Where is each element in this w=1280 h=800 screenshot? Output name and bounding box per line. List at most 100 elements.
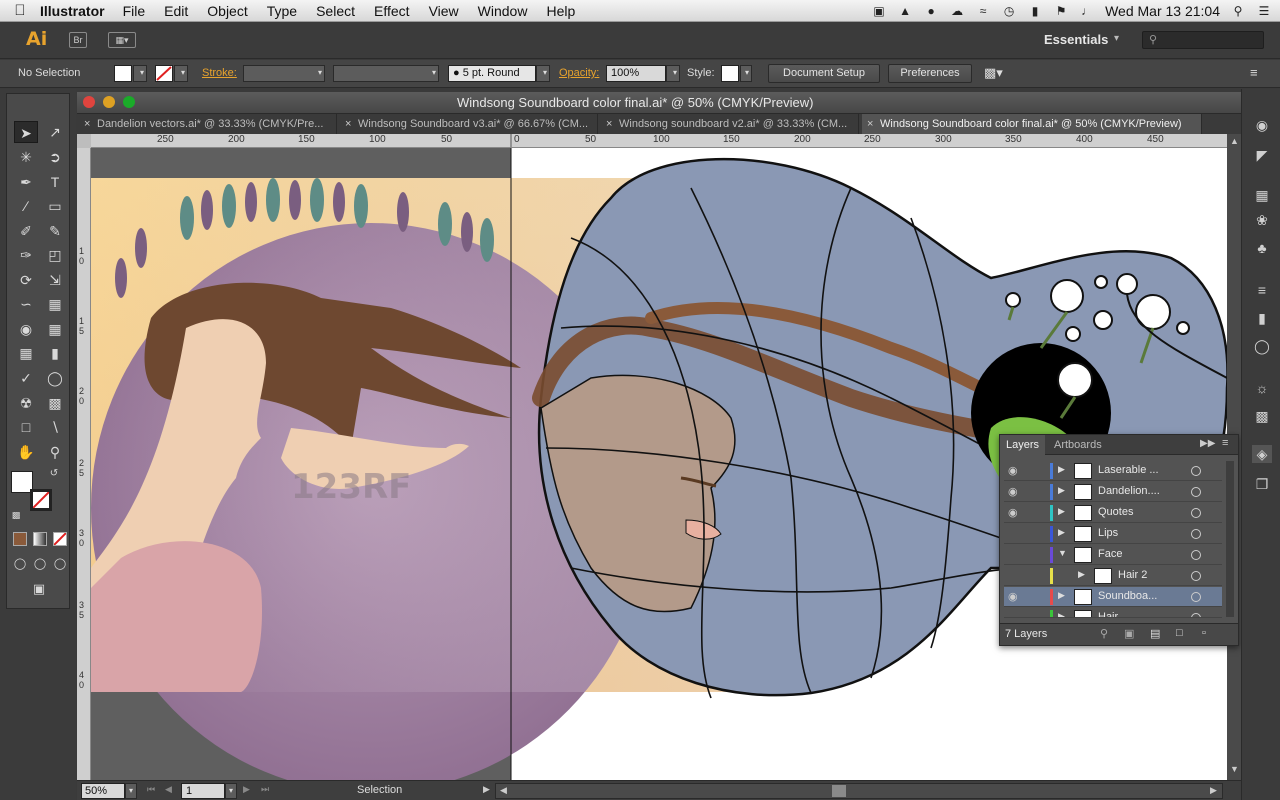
close-tab-icon[interactable]: × bbox=[345, 114, 351, 134]
graphic-style-swatch[interactable] bbox=[721, 65, 739, 82]
close-tab-icon[interactable]: × bbox=[84, 114, 90, 134]
target-icon[interactable] bbox=[1191, 613, 1201, 617]
artboard-number-field[interactable]: 1 bbox=[181, 783, 225, 799]
tab-artboards[interactable]: Artboards bbox=[1048, 435, 1108, 455]
scroll-right-icon[interactable]: ▶ bbox=[1210, 785, 1217, 796]
stroke-label[interactable]: Stroke: bbox=[202, 67, 237, 79]
transparency-panel-icon[interactable]: ◯ bbox=[1252, 337, 1272, 355]
appearance-panel-icon[interactable]: ☼ bbox=[1252, 379, 1272, 397]
eye-icon[interactable]: ◉ bbox=[1008, 485, 1022, 498]
rectangle-tool-icon[interactable]: ▭ bbox=[43, 195, 67, 217]
swap-colors-icon[interactable]: ↺ bbox=[47, 467, 61, 481]
target-icon[interactable] bbox=[1191, 550, 1201, 560]
draw-normal-icon[interactable]: ◯ bbox=[11, 556, 29, 572]
stroke-panel-icon[interactable]: ≡ bbox=[1252, 281, 1272, 299]
scale-tool-icon[interactable]: ⇲ bbox=[43, 269, 67, 291]
brushes-panel-icon[interactable]: ❀ bbox=[1252, 211, 1272, 229]
layer-row[interactable]: ◉ ▶ Quotes bbox=[1004, 503, 1222, 523]
apple-menu-icon[interactable]:  bbox=[0, 2, 40, 19]
fill-dropdown[interactable]: ▾ bbox=[133, 65, 147, 82]
menu-file[interactable]: File bbox=[123, 3, 146, 19]
chevron-right-icon[interactable]: ▶ bbox=[1058, 464, 1065, 475]
bridge-button[interactable]: Br bbox=[69, 32, 87, 48]
style-dropdown[interactable]: ▾ bbox=[740, 65, 752, 82]
workspace-switcher[interactable]: Essentials bbox=[1044, 32, 1108, 47]
lock-toggle[interactable] bbox=[1028, 547, 1044, 563]
brush-dropdown[interactable]: ▾ bbox=[536, 65, 550, 82]
artboard-tool-icon[interactable]: □ bbox=[14, 416, 38, 438]
layer-row[interactable]: ▶ Hair bbox=[1004, 608, 1222, 618]
default-colors-icon[interactable]: ▩ bbox=[9, 508, 23, 522]
zoom-window-icon[interactable] bbox=[123, 96, 135, 108]
panel-menu-icon[interactable]: ≡ bbox=[1222, 437, 1228, 449]
direct-selection-tool-icon[interactable]: ↗ bbox=[43, 121, 67, 143]
artboards-panel-icon[interactable]: ❐ bbox=[1252, 475, 1272, 493]
draw-behind-icon[interactable]: ◯ bbox=[31, 556, 49, 572]
layer-row[interactable]: ▶ Hair 2 bbox=[1004, 566, 1222, 586]
scroll-thumb[interactable] bbox=[832, 785, 846, 797]
magic-wand-tool-icon[interactable]: ✳ bbox=[14, 146, 38, 168]
brush-definition[interactable]: ● 5 pt. Round bbox=[448, 65, 536, 82]
minimize-window-icon[interactable] bbox=[103, 96, 115, 108]
type-tool-icon[interactable]: T bbox=[43, 171, 67, 193]
paintbrush-tool-icon[interactable]: ✐ bbox=[14, 220, 38, 242]
collapse-panel-icon[interactable]: ▶▶ bbox=[1200, 438, 1215, 449]
dropbox-icon[interactable]: ▲ bbox=[897, 4, 913, 18]
chevron-down-icon[interactable]: ▼ bbox=[1058, 548, 1067, 558]
vertical-ruler[interactable]: 1 0 1 5 2 0 2 5 3 0 3 5 4 0 bbox=[77, 148, 91, 780]
layer-row[interactable]: ◉ ▶ Soundboa... bbox=[1004, 587, 1222, 607]
width-tool-icon[interactable]: ∽ bbox=[14, 293, 38, 315]
layers-scrollbar[interactable] bbox=[1226, 461, 1234, 617]
target-icon[interactable] bbox=[1191, 592, 1201, 602]
tab-windsong-color-final[interactable]: × Windsong Soundboard color final.ai* @ 5… bbox=[862, 114, 1202, 134]
document-setup-button[interactable]: Document Setup bbox=[768, 64, 880, 83]
horizontal-ruler[interactable]: 250 200 150 100 50 0 50 100 150 200 250 … bbox=[91, 134, 1227, 148]
status-menu-icon[interactable]: ▶ bbox=[483, 784, 490, 795]
lock-toggle[interactable] bbox=[1028, 589, 1044, 605]
blob-brush-tool-icon[interactable]: ✑ bbox=[14, 244, 38, 266]
lock-toggle[interactable] bbox=[1028, 526, 1044, 542]
color-guide-icon[interactable]: ◤ bbox=[1252, 146, 1272, 164]
tab-windsong-v3[interactable]: × Windsong Soundboard v3.ai* @ 66.67% (CM… bbox=[340, 114, 598, 134]
horizontal-scrollbar[interactable]: ◀ ▶ bbox=[495, 783, 1223, 799]
lock-toggle[interactable] bbox=[1028, 484, 1044, 500]
new-sublayer-icon[interactable]: ▤ bbox=[1150, 627, 1160, 640]
chevron-right-icon[interactable]: ▶ bbox=[1058, 590, 1065, 601]
eraser-tool-icon[interactable]: ◰ bbox=[43, 244, 67, 266]
new-layer-icon[interactable]: □ bbox=[1176, 627, 1183, 639]
eye-icon[interactable]: ◉ bbox=[1008, 590, 1022, 603]
color-mode-icon[interactable] bbox=[13, 532, 27, 546]
flag-icon[interactable]: ⚑ bbox=[1053, 4, 1069, 18]
menu-view[interactable]: View bbox=[429, 3, 459, 19]
tab-layers[interactable]: Layers bbox=[1000, 435, 1046, 455]
layer-row[interactable]: ◉ ▶ Dandelion.... bbox=[1004, 482, 1222, 502]
previous-artboard-icon[interactable]: ◀ bbox=[165, 784, 172, 795]
arrange-documents-button[interactable]: ▦▾ bbox=[108, 32, 136, 48]
eye-icon[interactable]: ◉ bbox=[1008, 464, 1022, 477]
zoom-tool-icon[interactable]: ⚲ bbox=[43, 441, 67, 463]
none-mode-icon[interactable] bbox=[53, 532, 67, 546]
screen-mode-icon[interactable]: ▣ bbox=[27, 579, 51, 599]
app-menu[interactable]: Illustrator bbox=[40, 3, 105, 19]
opacity-dropdown[interactable]: ▾ bbox=[666, 65, 680, 82]
layer-row[interactable]: ▶ Lips bbox=[1004, 524, 1222, 544]
stroke-color-box[interactable] bbox=[30, 489, 52, 511]
pen-tool-icon[interactable]: ✒ bbox=[14, 171, 38, 193]
opacity-field[interactable]: 100% bbox=[606, 65, 666, 82]
pencil-tool-icon[interactable]: ✎ bbox=[43, 220, 67, 242]
scroll-up-icon[interactable]: ▲ bbox=[1230, 136, 1239, 146]
gradient-tool-icon[interactable]: ▮ bbox=[43, 342, 67, 364]
perspective-grid-tool-icon[interactable]: ▦ bbox=[43, 318, 67, 340]
line-tool-icon[interactable]: ∕ bbox=[14, 195, 38, 217]
chevron-right-icon[interactable]: ▶ bbox=[1058, 527, 1065, 538]
rotate-tool-icon[interactable]: ⟳ bbox=[14, 269, 38, 291]
chevron-right-icon[interactable]: ▶ bbox=[1058, 611, 1065, 617]
chevron-right-icon[interactable]: ▶ bbox=[1058, 506, 1065, 517]
target-icon[interactable] bbox=[1191, 487, 1201, 497]
spotlight-icon[interactable]: ⚲ bbox=[1230, 4, 1246, 18]
lasso-tool-icon[interactable]: ➲ bbox=[43, 146, 67, 168]
scroll-down-icon[interactable]: ▼ bbox=[1230, 764, 1239, 774]
zoom-level-field[interactable]: 50% bbox=[81, 783, 125, 799]
selection-tool-icon[interactable]: ➤ bbox=[14, 121, 38, 143]
arrange-icon[interactable]: ▩▾ bbox=[984, 65, 1003, 81]
